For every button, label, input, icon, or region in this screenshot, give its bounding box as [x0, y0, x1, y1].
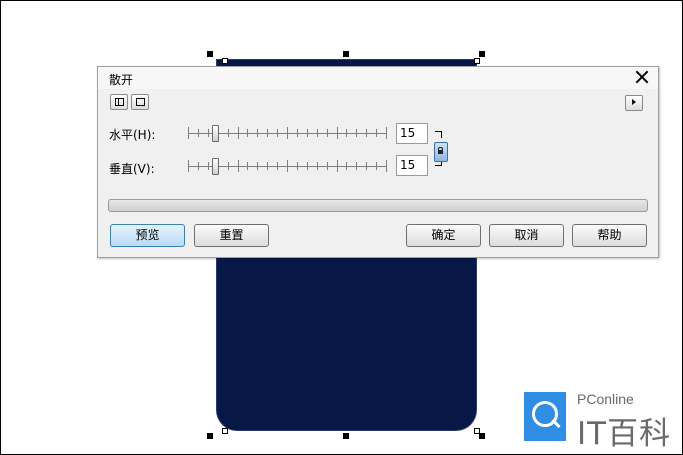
slider-tick — [287, 127, 288, 139]
split-preview-button[interactable] — [110, 94, 128, 110]
slider-tick — [267, 162, 268, 170]
slider-tick — [386, 160, 387, 172]
node-handle-bottom-right[interactable] — [474, 428, 480, 434]
lock-ratio-button[interactable] — [434, 142, 448, 162]
slider-tick — [277, 129, 278, 137]
slider-tick — [238, 127, 239, 139]
horizontal-value-input[interactable]: 15 — [396, 123, 428, 144]
slider-tick — [307, 129, 308, 137]
watermark-brand-latin: PConline — [577, 391, 634, 407]
scatter-dialog: 散开 水平(H): 15 垂直(V): 15 预览 重置 确定 取消 帮助 — [97, 66, 659, 258]
slider-tick — [366, 129, 367, 137]
slider-tick — [376, 129, 377, 137]
slider-tick — [366, 162, 367, 170]
slider-tick — [386, 127, 387, 139]
expand-button[interactable] — [625, 95, 643, 111]
ok-button[interactable]: 确定 — [406, 224, 481, 247]
slider-tick — [228, 162, 229, 170]
cancel-button[interactable]: 取消 — [489, 224, 564, 247]
slider-tick — [228, 129, 229, 137]
slider-tick — [307, 162, 308, 170]
dialog-title: 散开 — [109, 73, 134, 87]
node-handle-bottom-left[interactable] — [222, 428, 228, 434]
slider-tick — [247, 129, 248, 137]
selection-handle-bottom-middle[interactable] — [343, 433, 349, 439]
progress-bar — [108, 199, 648, 212]
slider-tick — [297, 162, 298, 170]
node-handle-top-right[interactable] — [474, 58, 480, 64]
selection-handle-top-right[interactable] — [479, 51, 485, 57]
slider-tick — [188, 160, 189, 172]
reset-button[interactable]: 重置 — [194, 224, 269, 247]
selection-handle-top-middle[interactable] — [343, 51, 349, 57]
slider-tick — [208, 162, 209, 170]
slider-tick — [257, 129, 258, 137]
slider-tick — [337, 127, 338, 139]
split-view-icon — [115, 98, 124, 106]
slider-tick — [356, 162, 357, 170]
slider-tick — [297, 129, 298, 137]
vertical-label: 垂直(V): — [109, 162, 155, 176]
slider-tick — [337, 160, 338, 172]
single-view-icon — [136, 98, 145, 106]
play-arrow-icon — [632, 99, 636, 105]
selection-handle-bottom-left[interactable] — [207, 433, 213, 439]
slider-tick — [287, 160, 288, 172]
slider-tick — [327, 162, 328, 170]
slider-tick — [198, 129, 199, 137]
slider-tick — [198, 162, 199, 170]
slider-tick — [208, 129, 209, 137]
slider-tick — [257, 162, 258, 170]
slider-thumb[interactable] — [212, 125, 219, 142]
link-bracket-top — [435, 131, 442, 138]
slider-tick — [277, 162, 278, 170]
slider-tick — [346, 129, 347, 137]
close-icon[interactable] — [634, 69, 650, 85]
slider-tick — [327, 129, 328, 137]
slider-tick — [317, 162, 318, 170]
dialog-titlebar[interactable]: 散开 — [98, 67, 658, 89]
single-preview-button[interactable] — [131, 94, 149, 110]
search-logo-icon — [524, 392, 566, 441]
slider-tick — [267, 129, 268, 137]
horizontal-label: 水平(H): — [109, 128, 156, 142]
slider-tick — [346, 162, 347, 170]
vertical-value-input[interactable]: 15 — [396, 155, 428, 176]
slider-tick — [317, 129, 318, 137]
slider-tick — [356, 129, 357, 137]
help-button[interactable]: 帮助 — [572, 224, 647, 247]
selection-handle-top-left[interactable] — [207, 51, 213, 57]
preview-button[interactable]: 预览 — [110, 224, 185, 247]
node-handle-top-left[interactable] — [222, 58, 228, 64]
slider-tick — [188, 127, 189, 139]
lock-icon — [438, 147, 443, 154]
slider-tick — [247, 162, 248, 170]
watermark-brand-cn: IT百科 — [577, 416, 672, 452]
slider-tick — [376, 162, 377, 170]
slider-thumb[interactable] — [212, 158, 219, 175]
navy-shape-top-edge — [226, 60, 466, 64]
slider-tick — [238, 160, 239, 172]
